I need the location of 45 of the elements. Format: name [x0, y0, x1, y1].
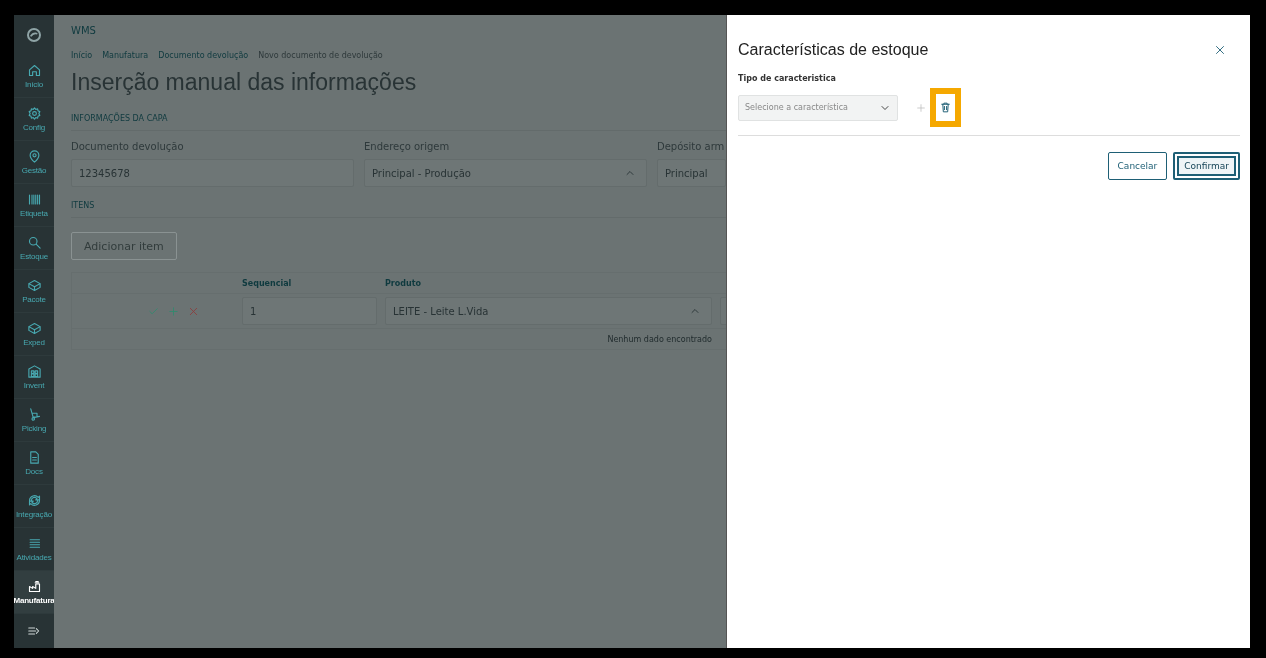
column-header: Sequencial — [241, 278, 293, 288]
search-icon — [26, 235, 42, 250]
barcode-icon — [26, 192, 42, 207]
close-icon — [187, 305, 199, 317]
app-name: WMS — [71, 25, 97, 38]
delete-button[interactable] — [930, 88, 961, 127]
drawer-title: Características de estoque — [738, 41, 929, 59]
logo-icon — [26, 27, 42, 43]
field-label: Endereço origem — [364, 141, 451, 152]
box-icon — [26, 321, 42, 336]
select-field[interactable]: Principal - Produção — [364, 159, 647, 187]
expand-menu-icon — [27, 624, 41, 638]
sync-icon — [26, 493, 42, 508]
check-icon — [147, 305, 159, 317]
select-field[interactable]: Selecione a característica — [738, 94, 898, 121]
home-icon — [26, 63, 42, 78]
page-title: Inserção manual das informações — [71, 69, 418, 96]
empty-message: Nenhum dado encontrado — [607, 334, 712, 344]
close-icon — [1214, 44, 1226, 56]
section-title: INFORMAÇÕES DA CAPA — [71, 114, 726, 131]
input-field[interactable]: 1 — [242, 297, 377, 325]
cancel-button[interactable]: Cancelar — [1107, 152, 1168, 180]
input-field[interactable]: 12345678 — [71, 159, 354, 187]
breadcrumb-link[interactable]: Início — [71, 50, 93, 60]
section-title: ITENS — [71, 201, 726, 218]
box-icon — [26, 278, 42, 293]
settings-icon — [26, 106, 42, 121]
breadcrumb-link[interactable]: Manufatura — [102, 50, 149, 60]
field-label: Depósito arm — [657, 141, 726, 152]
confirm-row-button[interactable] — [147, 305, 159, 317]
cancel-row-button[interactable] — [187, 305, 199, 317]
warehouse-icon — [26, 364, 42, 379]
select-field[interactable]: LEITE - Leite L.Vida — [385, 297, 712, 325]
field-label: Tipo de caracteristica — [738, 74, 837, 83]
column-header: Produto — [384, 278, 423, 288]
factory-icon — [26, 579, 42, 594]
input-field[interactable]: Principal — [657, 159, 726, 187]
sidebar-item[interactable]: Manufatura — [14, 571, 54, 614]
breadcrumb-link[interactable]: Documento devolução — [158, 50, 249, 60]
trash-icon — [939, 101, 952, 114]
plus-icon — [916, 102, 926, 113]
plus-icon — [167, 305, 179, 317]
field-label: Documento devolução — [71, 141, 185, 152]
confirm-button[interactable]: Confirmar — [1173, 152, 1240, 180]
add-row-button[interactable] — [167, 305, 179, 317]
